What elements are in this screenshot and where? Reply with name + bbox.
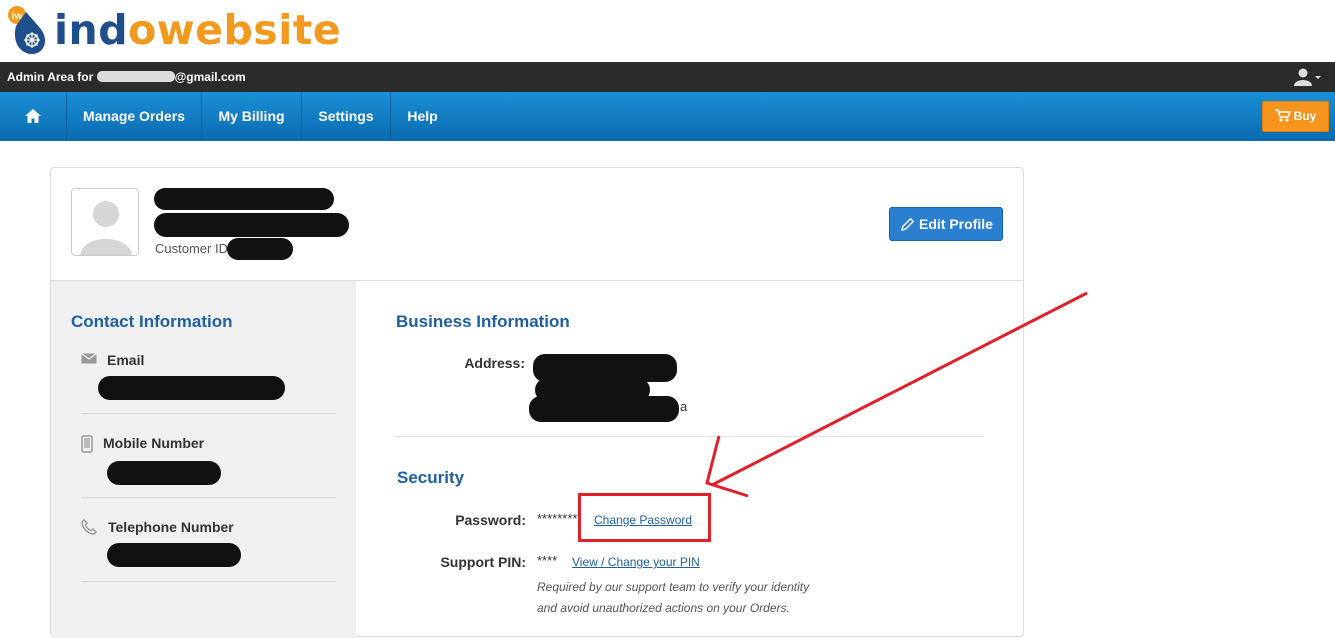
nav-my-billing[interactable]: My Billing <box>202 92 302 141</box>
password-value: ******** <box>537 511 578 526</box>
contact-information-title: Contact Information <box>71 312 233 331</box>
view-change-pin-link[interactable]: View / Change your PIN <box>572 555 700 569</box>
nav-help[interactable]: Help <box>391 92 454 141</box>
pencil-icon <box>901 217 915 231</box>
section-divider <box>396 436 984 437</box>
contact-pane: Contact Information Email Mobile Number … <box>51 281 356 638</box>
admin-bar: Admin Area for @gmail.com <box>0 62 1335 92</box>
user-icon <box>1294 68 1321 86</box>
nav-manage-orders[interactable]: Manage Orders <box>67 92 202 141</box>
contact-divider <box>81 413 336 414</box>
redacted-email <box>96 71 175 82</box>
contact-divider <box>81 581 336 582</box>
redacted-telephone-value <box>107 543 241 567</box>
support-pin-note-line-2: and avoid unauthorized actions on your O… <box>537 601 790 615</box>
avatar-placeholder-icon <box>80 201 132 255</box>
cart-icon <box>1274 109 1291 122</box>
envelope-icon <box>81 353 97 364</box>
profile-card: Customer ID Edit Profile Contact Informa… <box>50 167 1024 638</box>
support-pin-note-line-1: Required by our support team to verify y… <box>537 580 810 594</box>
redacted-mobile-value <box>107 461 221 485</box>
admin-area-text: Admin Area for @gmail.com <box>7 70 246 84</box>
support-pin-value: **** <box>537 553 558 568</box>
home-icon <box>25 109 41 123</box>
logo-part-2: o <box>128 6 157 54</box>
telephone-number-label: Telephone Number <box>108 519 234 535</box>
mobile-number-label: Mobile Number <box>103 435 205 451</box>
buy-button[interactable]: Buy <box>1262 101 1329 132</box>
password-label: Password: <box>455 512 526 528</box>
logo-bar: iw indowebsite <box>0 0 1335 62</box>
chevron-down-icon <box>1315 76 1321 79</box>
logo-part-3: website <box>156 6 342 54</box>
customer-id-label: Customer ID <box>155 241 228 256</box>
redacted-address-line-3 <box>529 396 679 422</box>
annotation-highlight-box <box>578 493 711 542</box>
site-logo[interactable]: iw indowebsite <box>4 4 341 56</box>
email-label: Email <box>107 352 145 368</box>
telephone-icon <box>81 519 97 535</box>
avatar <box>71 188 139 256</box>
admin-area-prefix: Admin Area for <box>7 70 94 84</box>
edit-profile-label: Edit Profile <box>919 216 993 232</box>
user-menu-button[interactable] <box>1293 68 1323 86</box>
admin-email-suffix: @gmail.com <box>174 70 246 84</box>
redacted-customer-id <box>227 238 293 260</box>
logo-part-1: ind <box>54 6 129 54</box>
mobile-phone-icon <box>81 435 93 453</box>
security-title: Security <box>397 468 465 487</box>
logo-drop-icon: iw <box>4 4 58 56</box>
contact-divider <box>81 497 336 498</box>
support-pin-label: Support PIN: <box>440 554 526 570</box>
nav-home[interactable] <box>0 92 67 141</box>
nav-settings[interactable]: Settings <box>302 92 391 141</box>
redacted-company <box>154 213 349 237</box>
redacted-email-value <box>98 376 285 400</box>
address-tail: a <box>680 399 688 414</box>
redacted-name <box>154 188 334 210</box>
edit-profile-button[interactable]: Edit Profile <box>889 207 1003 241</box>
buy-label: Buy <box>1293 109 1317 123</box>
logo-wordmark: indowebsite <box>54 4 341 56</box>
address-label: Address: <box>464 355 525 371</box>
main-nav: Manage Orders My Billing Settings Help B… <box>0 92 1335 141</box>
business-information-title: Business Information <box>396 312 570 331</box>
